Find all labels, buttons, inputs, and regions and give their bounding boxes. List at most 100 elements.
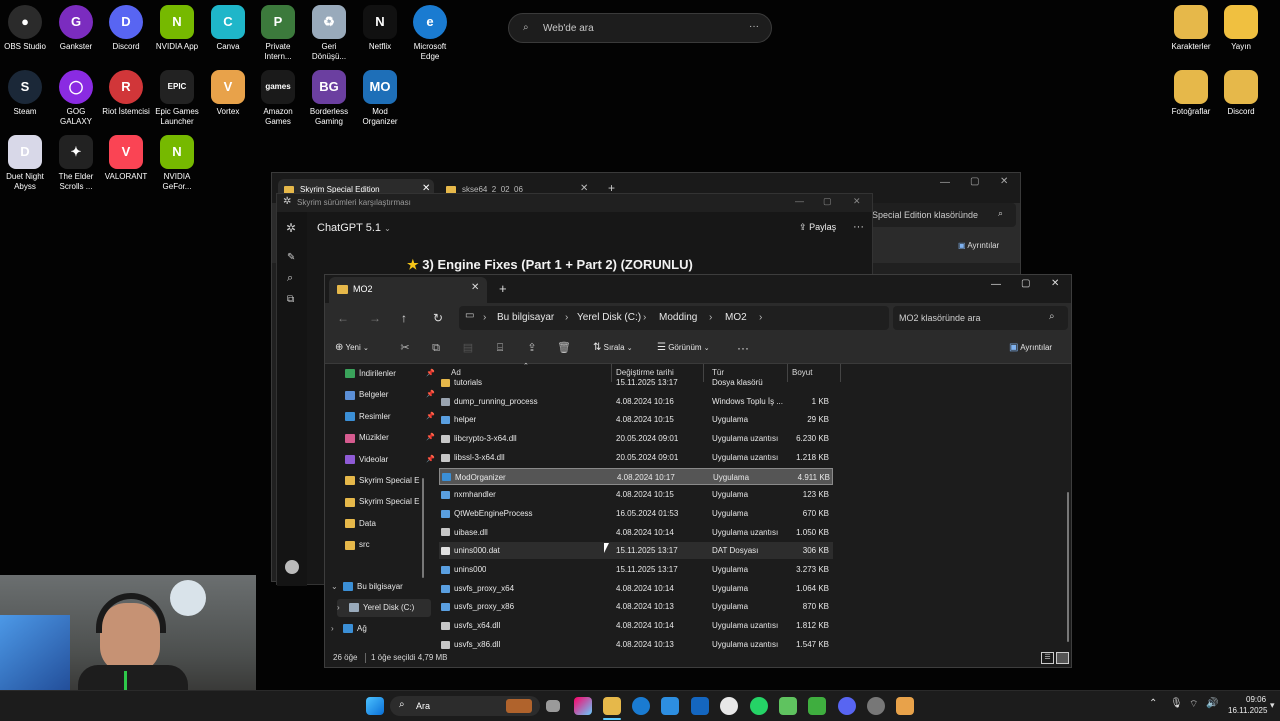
- forward-icon[interactable]: →: [369, 311, 381, 325]
- details-view-icon[interactable]: ☰: [1041, 652, 1054, 664]
- user-avatar[interactable]: [285, 560, 299, 574]
- desktop-icon-gog[interactable]: ◯ GOG GALAXY: [51, 70, 101, 127]
- desktop-icon-gankster[interactable]: G Gankster: [51, 5, 101, 52]
- refresh-icon[interactable]: ↻: [433, 311, 443, 325]
- file-row[interactable]: libcrypto-3-x64.dll 20.05.2024 09:01 Uygul…: [439, 430, 833, 447]
- sidebar-item[interactable]: Skyrim Special E: [345, 493, 425, 511]
- breadcrumb-mo2[interactable]: MO2: [725, 308, 747, 328]
- desktop-icon-discord_folder[interactable]: Discord: [1216, 70, 1266, 117]
- close-window-icon[interactable]: ✕: [1051, 278, 1059, 289]
- clock-time[interactable]: 09:06: [1246, 695, 1266, 704]
- breadcrumb-modding[interactable]: Modding: [659, 308, 697, 328]
- expand-chevron-icon[interactable]: ›: [331, 620, 343, 638]
- view-button[interactable]: ☰ Görünüm ⌄: [657, 333, 710, 363]
- desktop-icon-discord[interactable]: D Discord: [101, 5, 151, 52]
- breadcrumb-this-pc[interactable]: Bu bilgisayar: [497, 308, 554, 328]
- desktop-icon-netflix[interactable]: N Netflix: [355, 5, 405, 52]
- close-icon[interactable]: ✕: [471, 282, 479, 293]
- sidebar-item[interactable]: Videolar 📌: [345, 451, 435, 469]
- bg-search-box[interactable]: Special Edition klasöründe ⌕: [868, 203, 1016, 227]
- file-row[interactable]: helper 4.08.2024 10:15 Uygulama 29 KB: [439, 411, 833, 428]
- sidebar-tree-item[interactable]: › Ağ: [331, 620, 425, 638]
- close-window-icon[interactable]: ✕: [853, 196, 861, 207]
- edge-icon[interactable]: [632, 697, 650, 715]
- file-row[interactable]: dump_running_process 4.08.2024 10:16 Windo…: [439, 393, 833, 410]
- sort-button[interactable]: ⇅ Sırala ⌄: [593, 333, 633, 363]
- file-row[interactable]: unins000.dat 15.11.2025 13:17 DAT Dosyası 3…: [439, 542, 833, 560]
- vpn-lock-icon[interactable]: [808, 697, 826, 715]
- back-icon[interactable]: ←: [337, 311, 349, 325]
- task-view-icon[interactable]: [546, 700, 560, 712]
- library-icon[interactable]: ⧉: [287, 294, 294, 305]
- file-row[interactable]: QtWebEngineProcess 16.05.2024 01:53 Uygula…: [439, 505, 833, 522]
- breadcrumb[interactable]: ▭ › Bu bilgisayar › Yerel Disk (C:) › Mo…: [459, 306, 889, 330]
- expand-chevron-icon[interactable]: ›: [337, 599, 349, 617]
- desktop-icon-obs[interactable]: ● OBS Studio: [0, 5, 50, 52]
- up-icon[interactable]: ↑: [401, 311, 407, 325]
- cut-icon[interactable]: ✂: [398, 341, 412, 355]
- desktop-icon-riot[interactable]: R Riot İstemcisi: [101, 70, 151, 117]
- sidebar-tree-item[interactable]: ⌄ Bu bilgisayar: [331, 578, 425, 596]
- store-icon[interactable]: [661, 697, 679, 715]
- desktop-icon-tes[interactable]: ✦ The Elder Scrolls ...: [51, 135, 101, 192]
- taskbar-search[interactable]: ⌕ Ara: [390, 696, 540, 716]
- desktop-icon-vortex[interactable]: V Vortex: [203, 70, 253, 117]
- desktop-icon-valorant[interactable]: V VALORANT: [101, 135, 151, 182]
- desktop-icon-amazon[interactable]: games Amazon Games: [253, 70, 303, 127]
- desktop-icon-mo[interactable]: MO Mod Organizer: [355, 70, 405, 127]
- chatgpt-sidebar-logo-icon[interactable]: ✲: [286, 221, 296, 235]
- file-row[interactable]: nxmhandler 4.08.2024 10:15 Uygulama 123 KB: [439, 486, 833, 503]
- discord-icon[interactable]: [838, 697, 856, 715]
- minimize-icon[interactable]: —: [795, 196, 804, 206]
- share-icon[interactable]: ⇪: [525, 341, 539, 355]
- tiles-view-icon[interactable]: [1056, 652, 1069, 664]
- desktop-icon-nvgef[interactable]: N NVIDIA GeFor...: [152, 135, 202, 192]
- new-tab-icon[interactable]: +: [499, 281, 507, 296]
- desktop-icon-fotograflar[interactable]: Fotoğraflar: [1166, 70, 1216, 117]
- wifi-icon[interactable]: ⌔: [1189, 698, 1198, 711]
- nav-scrollbar[interactable]: [422, 478, 424, 578]
- maximize-icon[interactable]: ▢: [823, 196, 832, 207]
- new-button[interactable]: ⊕ Yeni ⌄: [335, 333, 369, 363]
- breadcrumb-local-disk[interactable]: Yerel Disk (C:): [577, 308, 641, 328]
- desktop-icon-duet[interactable]: D Duet Night Abyss: [0, 135, 50, 192]
- desktop-icon-yayin[interactable]: Yayın: [1216, 5, 1266, 52]
- desktop-icon-canva[interactable]: C Canva: [203, 5, 253, 52]
- search-icon[interactable]: ⌕: [287, 272, 293, 285]
- more-options-button[interactable]: ···: [737, 333, 749, 363]
- sidebar-item[interactable]: Skyrim Special E: [345, 472, 425, 490]
- file-row[interactable]: usvfs_x64.dll 4.08.2024 10:14 Uygulama uza…: [439, 617, 833, 634]
- widgets-icon[interactable]: [574, 697, 592, 715]
- desktop-icon-nvidia[interactable]: N NVIDIA App: [152, 5, 202, 52]
- file-row[interactable]: ModOrganizer 4.08.2024 10:17 Uygulama 4.911…: [439, 467, 833, 485]
- minimize-icon[interactable]: —: [991, 279, 1001, 290]
- file-row[interactable]: unins000 15.11.2025 13:17 Uygulama 3.273 KB: [439, 561, 833, 578]
- sidebar-item[interactable]: Müzikler 📌: [345, 429, 435, 447]
- sidebar-item[interactable]: Resimler 📌: [345, 408, 435, 426]
- expand-chevron-icon[interactable]: ⌄: [331, 578, 343, 596]
- bg-details-button[interactable]: ▣ Ayrıntılar: [958, 241, 999, 250]
- delete-icon[interactable]: 🗑: [557, 341, 571, 355]
- chevron-up-icon[interactable]: ⌃: [1149, 698, 1157, 709]
- maximize-icon[interactable]: ▢: [1021, 278, 1030, 289]
- details-button[interactable]: ▣ Ayrıntılar: [1009, 333, 1052, 363]
- tab-mo2[interactable]: MO2 ✕: [329, 277, 487, 303]
- desktop-icon-karakterler[interactable]: Karakterler: [1166, 5, 1216, 52]
- paste-icon[interactable]: ▤: [461, 341, 475, 355]
- desktop-icon-borderless[interactable]: BG Borderless Gaming: [304, 70, 354, 127]
- sidebar-item[interactable]: İndirilenler 📌: [345, 365, 435, 383]
- rename-icon[interactable]: ⌸: [493, 341, 507, 355]
- sidebar-tree-item[interactable]: › Yerel Disk (C:): [337, 599, 431, 617]
- file-row[interactable]: tutorials 15.11.2025 13:17 Dosya klasörü: [439, 374, 833, 391]
- close-window-icon[interactable]: ✕: [1000, 176, 1008, 187]
- edit-icon[interactable]: ✎: [287, 252, 295, 263]
- volume-icon[interactable]: 🔊: [1206, 698, 1218, 709]
- web-search-more-button[interactable]: ···: [749, 21, 759, 32]
- mo2-search-input[interactable]: MO2 klasöründe ara ⌕: [893, 306, 1068, 330]
- whatsapp-icon[interactable]: [750, 697, 768, 715]
- sidebar-item[interactable]: Data: [345, 515, 425, 533]
- file-row[interactable]: uibase.dll 4.08.2024 10:14 Uygulama uzantı…: [439, 524, 833, 541]
- sidebar-item[interactable]: Belgeler 📌: [345, 386, 435, 404]
- desktop-icon-edge[interactable]: e Microsoft Edge: [405, 5, 455, 62]
- web-search-bar[interactable]: ⌕ Web'de ara ···: [508, 13, 772, 43]
